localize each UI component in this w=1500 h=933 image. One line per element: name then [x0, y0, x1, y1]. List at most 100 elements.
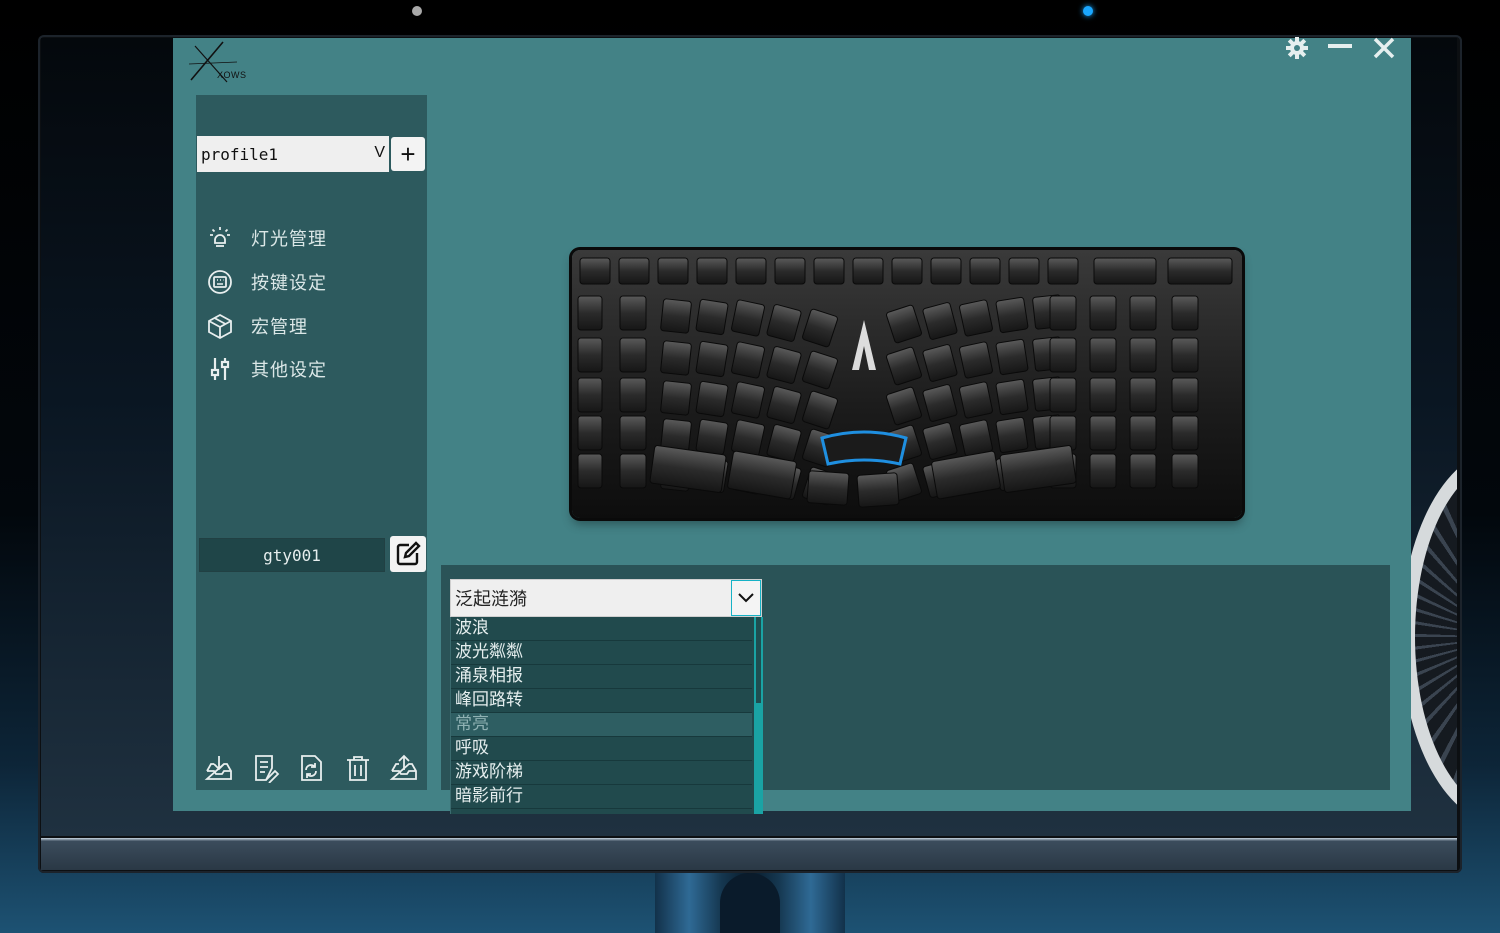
keycap	[577, 453, 603, 489]
keycap	[618, 257, 650, 285]
effect-option[interactable]: 呼吸	[451, 737, 752, 761]
keycap	[1049, 337, 1077, 373]
keycap	[1089, 415, 1117, 451]
camera-light	[412, 6, 422, 16]
sidebar-item-other[interactable]: 其他设定	[206, 354, 327, 384]
delete-button[interactable]	[342, 752, 374, 784]
effect-panel: 泛起涟漪 波浪 波光粼粼 涌泉相报 峰回路转 常亮 呼吸 游戏阶梯 暗影前行	[441, 565, 1390, 814]
sidebar-toolbar	[196, 745, 427, 790]
keycap	[1089, 337, 1117, 373]
keycap	[1093, 257, 1157, 285]
keycap	[577, 415, 603, 451]
keycap	[931, 450, 1001, 500]
keycap	[852, 257, 884, 285]
edit-icon	[396, 541, 421, 566]
effect-dropdown-button[interactable]	[731, 580, 761, 616]
effect-option[interactable]: 波光粼粼	[451, 641, 752, 665]
keycap	[695, 298, 729, 336]
keycap	[619, 415, 647, 451]
keycap	[802, 308, 838, 348]
keycap	[802, 350, 838, 390]
keycap	[806, 470, 850, 506]
keycap	[1129, 337, 1157, 373]
keycap	[766, 346, 802, 384]
keycap	[959, 419, 993, 457]
sliders-icon	[206, 355, 234, 383]
settings-button[interactable]	[1283, 36, 1311, 60]
effect-select[interactable]: 泛起涟漪	[450, 579, 762, 617]
refresh-file-icon	[301, 754, 323, 781]
keycap	[731, 381, 765, 419]
sidebar-item-label: 灯光管理	[251, 229, 327, 250]
keycap	[1049, 377, 1077, 413]
keypad-icon	[206, 268, 234, 296]
keycap	[731, 341, 765, 379]
cube-icon	[206, 312, 234, 340]
keycap	[657, 257, 689, 285]
sidebar-item-lighting[interactable]: 灯光管理	[206, 223, 327, 253]
keycap	[619, 337, 647, 373]
keycap	[995, 378, 1029, 416]
dropdown-scrollbar-thumb[interactable]	[756, 617, 761, 703]
keycap	[886, 386, 922, 426]
keycap	[619, 377, 647, 413]
keycap	[1049, 415, 1077, 451]
keycap	[959, 299, 993, 337]
effect-option[interactable]: 暗影前行	[451, 785, 752, 809]
sidebar-item-keys[interactable]: 按键设定	[206, 267, 327, 297]
minimize-button[interactable]	[1325, 36, 1355, 60]
keycap	[813, 257, 845, 285]
effect-option[interactable]: 游戏阶梯	[451, 761, 752, 785]
keycap	[1049, 295, 1077, 331]
keycap	[577, 377, 603, 413]
effect-option[interactable]: 常亮	[451, 713, 752, 737]
import-icon	[204, 755, 232, 780]
profile-select[interactable]: profile1 V	[197, 136, 389, 172]
keycap	[1008, 257, 1040, 285]
keycap	[619, 453, 647, 489]
minimize-icon	[1328, 44, 1352, 48]
keycap	[930, 257, 962, 285]
keycap	[802, 390, 838, 430]
export-icon	[389, 754, 417, 780]
import-button[interactable]	[203, 752, 235, 784]
keycap	[856, 472, 900, 508]
edit-name-button[interactable]	[390, 536, 426, 572]
effect-option[interactable]: 波浪	[451, 617, 752, 641]
keycap	[995, 416, 1029, 454]
keycap	[577, 295, 603, 331]
keycap	[1089, 295, 1117, 331]
user-name-field[interactable]: gty001	[199, 538, 385, 572]
keyboard-preview	[572, 250, 1242, 518]
keycap	[959, 381, 993, 419]
refresh-file-button[interactable]	[295, 752, 327, 784]
keycap	[579, 257, 611, 285]
effect-option[interactable]: 峰回路转	[451, 689, 752, 713]
sidebar-item-label: 其他设定	[251, 360, 327, 381]
keycap	[995, 296, 1029, 334]
sidebar-item-label: 宏管理	[251, 317, 308, 338]
keycap	[695, 418, 729, 456]
trash-icon	[346, 755, 369, 781]
close-button[interactable]	[1369, 36, 1399, 60]
keycap	[886, 346, 922, 386]
keycap	[735, 257, 767, 285]
notes-icon	[255, 754, 280, 783]
keycap	[1167, 257, 1233, 285]
keycap	[922, 302, 958, 340]
export-button[interactable]	[388, 752, 420, 784]
keycap	[1047, 257, 1079, 285]
keycap	[766, 424, 802, 462]
sidebar-item-macro[interactable]: 宏管理	[206, 311, 308, 341]
add-profile-button[interactable]: +	[391, 137, 425, 171]
sidebar: profile1 V + 灯光管理 按键设定 宏管理 其他设定 gty001	[196, 95, 427, 790]
monitor-chin	[41, 838, 1457, 870]
keycap	[886, 304, 922, 344]
monitor-stand-hole	[720, 873, 780, 933]
dropdown-scrollbar[interactable]	[754, 617, 763, 814]
notes-button[interactable]	[249, 752, 281, 784]
close-icon	[1373, 37, 1395, 59]
keycap	[696, 257, 728, 285]
effect-option[interactable]: 涌泉相报	[451, 665, 752, 689]
keycap	[969, 257, 1001, 285]
